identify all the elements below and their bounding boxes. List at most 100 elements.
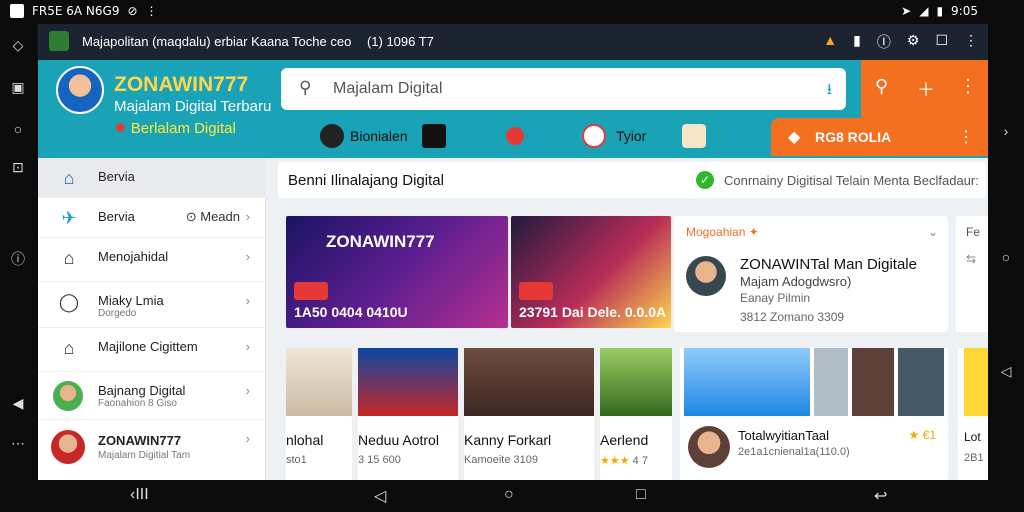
video-card[interactable]: nlohal sto1	[286, 348, 352, 480]
badge-icon: ◆	[788, 129, 801, 146]
video-card[interactable]: Aerlend ★★★ 4 7	[600, 348, 672, 480]
avatar	[688, 426, 730, 468]
sidebar-item-bervia[interactable]: ⌂ Bervia	[38, 158, 266, 198]
share-icon[interactable]: ⇆	[966, 252, 976, 266]
partial-card[interactable]: Fe ⇆	[956, 216, 988, 332]
video-thumbnail	[464, 348, 594, 416]
video-card[interactable]: Kanny Forkarl Kamoeite 3109	[464, 348, 594, 480]
search-box[interactable]: ⚲ Majalam Digital ⭳	[281, 68, 846, 110]
chevron-right-icon: ›	[245, 209, 250, 224]
chip-label[interactable]: Bionialen	[350, 128, 408, 144]
tiktok-icon[interactable]	[422, 124, 446, 148]
house-outline-icon: ⌂	[63, 248, 75, 268]
house-grid-icon: ⌂	[63, 338, 75, 358]
sidebar-item-zonawin[interactable]: ZONAWIN777 Majalam Digitial Tam ›	[38, 420, 266, 476]
status-left-text: FR5E 6A N6G9	[32, 4, 120, 18]
copy-icon[interactable]: ▣	[9, 78, 27, 96]
back-icon[interactable]: ◁	[374, 486, 386, 506]
avatar	[51, 430, 85, 464]
live-badge	[519, 282, 553, 300]
sync-icon: ⊘	[127, 4, 138, 18]
gallery-thumbnail	[684, 348, 810, 416]
settings-icon[interactable]: ⚙	[907, 32, 920, 52]
overflow-menu-icon[interactable]: ⋮	[959, 76, 977, 97]
video-thumbnail	[600, 348, 672, 416]
overflow-icon: ⋮	[145, 4, 158, 18]
gallery-thumbnail	[852, 348, 894, 416]
check-icon: ✓	[696, 171, 714, 189]
chevron-right-icon: ›	[245, 383, 250, 398]
gallery-card[interactable]: TotalwyitianTaal 2e1a1cnienal1a(110.0) ★…	[680, 348, 948, 480]
sidebar-item-bajnang[interactable]: Bajnang Digital Faonahion 8 Giso ›	[38, 372, 266, 420]
diamond-icon[interactable]: ◇	[9, 36, 27, 54]
chevron-right-icon: ›	[245, 339, 250, 354]
notification-icon	[10, 4, 24, 18]
sidebar-item-bervia-2[interactable]: ✈ Bervia ⊙ Meadn ›	[38, 198, 266, 238]
sidebar-item-miaky[interactable]: ◯ Miaky Lmia Dorgedo ›	[38, 282, 266, 328]
chip-avatar-icon[interactable]	[320, 124, 344, 148]
status-bar: FR5E 6A N6G9 ⊘ ⋮ ➤ ◢ ▮ 9:05	[0, 0, 1024, 24]
app-title: Majapolitan (maqdalu) erbiar Kaana Toche…	[82, 34, 434, 49]
sidebar-item-majilone[interactable]: ⌂ Majilone Cigittem ›	[38, 328, 266, 372]
brand-tagline: Majalam Digital Terbaru	[114, 98, 272, 115]
live-badge	[294, 282, 328, 300]
plus-icon[interactable]: ＋	[917, 76, 935, 102]
home-icon: ⌂	[63, 168, 75, 188]
left-rail: ◇ ▣ ○ ⊡ ⓘ ◀ ⋯	[0, 24, 38, 480]
more-icon[interactable]: ⋯	[9, 434, 27, 452]
home-icon[interactable]: ○	[504, 486, 514, 504]
main-content: Benni Ilinalajang Digital ✓ Conrnainy Di…	[266, 158, 988, 480]
brand-subtagline: ✹ Berlalam Digital	[114, 120, 236, 137]
location-icon: ➤	[901, 4, 912, 18]
download-icon[interactable]: ⭳	[827, 79, 832, 104]
avatar[interactable]	[56, 66, 104, 114]
verified-text: Conrnainy Digitisal Telain Menta Beclfad…	[724, 173, 979, 188]
featured-card[interactable]: Mogoahian ✦ ⌄ ZONAWINTal Man Digitale Ma…	[674, 216, 948, 332]
video-thumbnail	[358, 348, 458, 416]
search-input[interactable]: Majalam Digital	[333, 80, 442, 98]
app-bar: Majapolitan (maqdalu) erbiar Kaana Toche…	[38, 24, 988, 60]
menu-icon[interactable]: ⋮	[964, 32, 978, 52]
video-banner[interactable]: ZONAWIN777 1A50 0404 0410U	[286, 216, 508, 328]
action-area: ⚲ ＋ ⋮	[861, 60, 988, 118]
chip-logo-icon[interactable]	[582, 124, 606, 148]
avatar	[686, 256, 726, 296]
search-icon[interactable]: ○	[9, 120, 27, 138]
youtube-icon[interactable]	[506, 127, 524, 145]
back-triangle-icon[interactable]: ◁	[997, 362, 1015, 380]
brand-name[interactable]: ZONAWIN777	[114, 73, 248, 97]
more-icon[interactable]: ⋮	[958, 127, 974, 147]
chevron-right-icon: ›	[245, 431, 250, 446]
overview-icon[interactable]: □	[636, 486, 646, 504]
partial-video-card[interactable]: Lot 2B1	[958, 348, 988, 480]
promo-pill[interactable]: ◆ RG8 ROLIA ⋮	[771, 118, 988, 156]
share-icon[interactable]: ◀	[9, 394, 27, 412]
return-icon[interactable]: ↩	[874, 486, 887, 506]
video-banner[interactable]: 23791 Dai Dele. 0.0.0A	[511, 216, 671, 328]
avatar	[53, 381, 83, 411]
chevron-down-icon[interactable]: ⌄	[928, 225, 938, 239]
info-icon[interactable]: ⓘ	[9, 250, 27, 268]
chip-thumbnail-icon[interactable]	[682, 124, 706, 148]
rating: ★★★ 4 7	[600, 455, 648, 467]
chip-label[interactable]: Tyior	[616, 128, 646, 144]
pause-icon[interactable]: Ⓘ	[877, 32, 891, 52]
app-toolbar: ▲ ▮ Ⓘ ⚙ ☐ ⋮	[823, 32, 978, 52]
app-logo	[49, 31, 69, 51]
search-icon: ⚲	[299, 78, 312, 97]
bookmark-icon[interactable]: ▮	[853, 32, 861, 52]
sidebar-item-menojahidal[interactable]: ⌂ Menojahidal ›	[38, 238, 266, 282]
breadcrumb[interactable]: Benni Ilinalajang Digital	[288, 172, 444, 189]
home-circle-icon[interactable]: ○	[997, 248, 1015, 266]
search-icon[interactable]: ⚲	[875, 76, 888, 97]
chevron-right-icon[interactable]: ›	[997, 122, 1015, 140]
fire-icon[interactable]: ▲	[823, 32, 837, 52]
video-card[interactable]: Neduu Aotrol 3 15 600	[358, 348, 458, 480]
fire-icon: ✹	[114, 120, 127, 137]
recents-icon[interactable]: ‹III	[130, 486, 149, 504]
system-nav-bar: ‹III ◁ ○ □ ↩	[0, 480, 1024, 512]
robot-icon[interactable]: ⊡	[9, 158, 27, 176]
telegram-icon: ✈	[61, 208, 77, 228]
gallery-thumbnail	[898, 348, 944, 416]
window-icon[interactable]: ☐	[935, 32, 948, 52]
